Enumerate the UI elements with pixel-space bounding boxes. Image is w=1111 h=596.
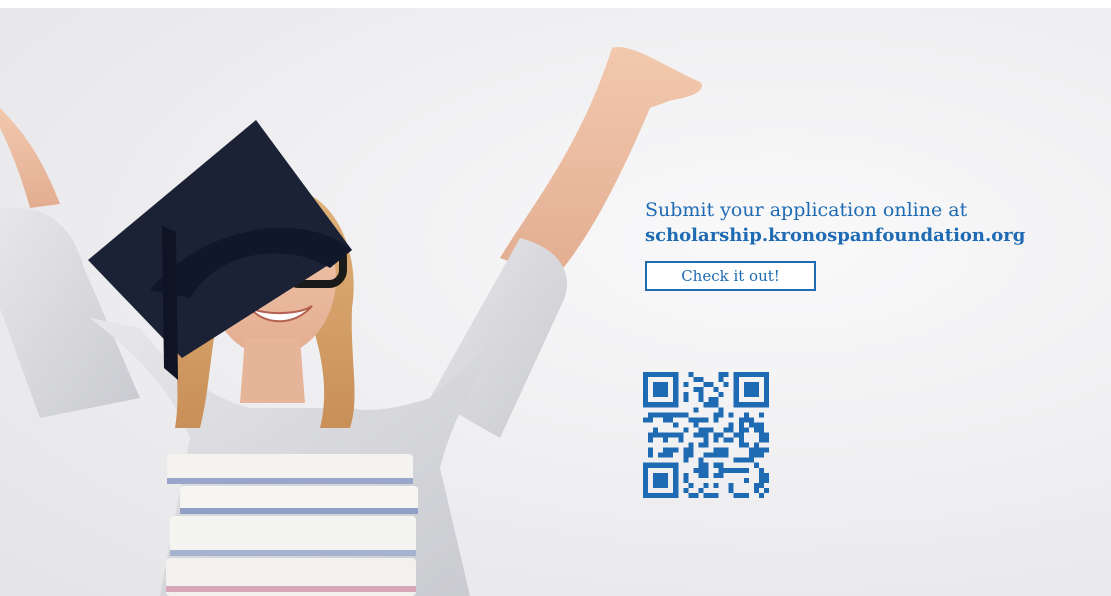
promo-banner: Submit your application online at schola… — [0, 8, 1111, 596]
check-it-out-button[interactable]: Check it out! — [645, 261, 816, 291]
scholarship-url[interactable]: scholarship.kronospanfoundation.org — [645, 223, 1085, 249]
application-cta: Submit your application online at schola… — [645, 197, 1085, 291]
headline-intro: Submit your application online at — [645, 199, 968, 221]
graduate-photo — [0, 47, 702, 596]
headline: Submit your application online at schola… — [645, 197, 1085, 249]
qr-code-icon[interactable] — [643, 372, 769, 498]
